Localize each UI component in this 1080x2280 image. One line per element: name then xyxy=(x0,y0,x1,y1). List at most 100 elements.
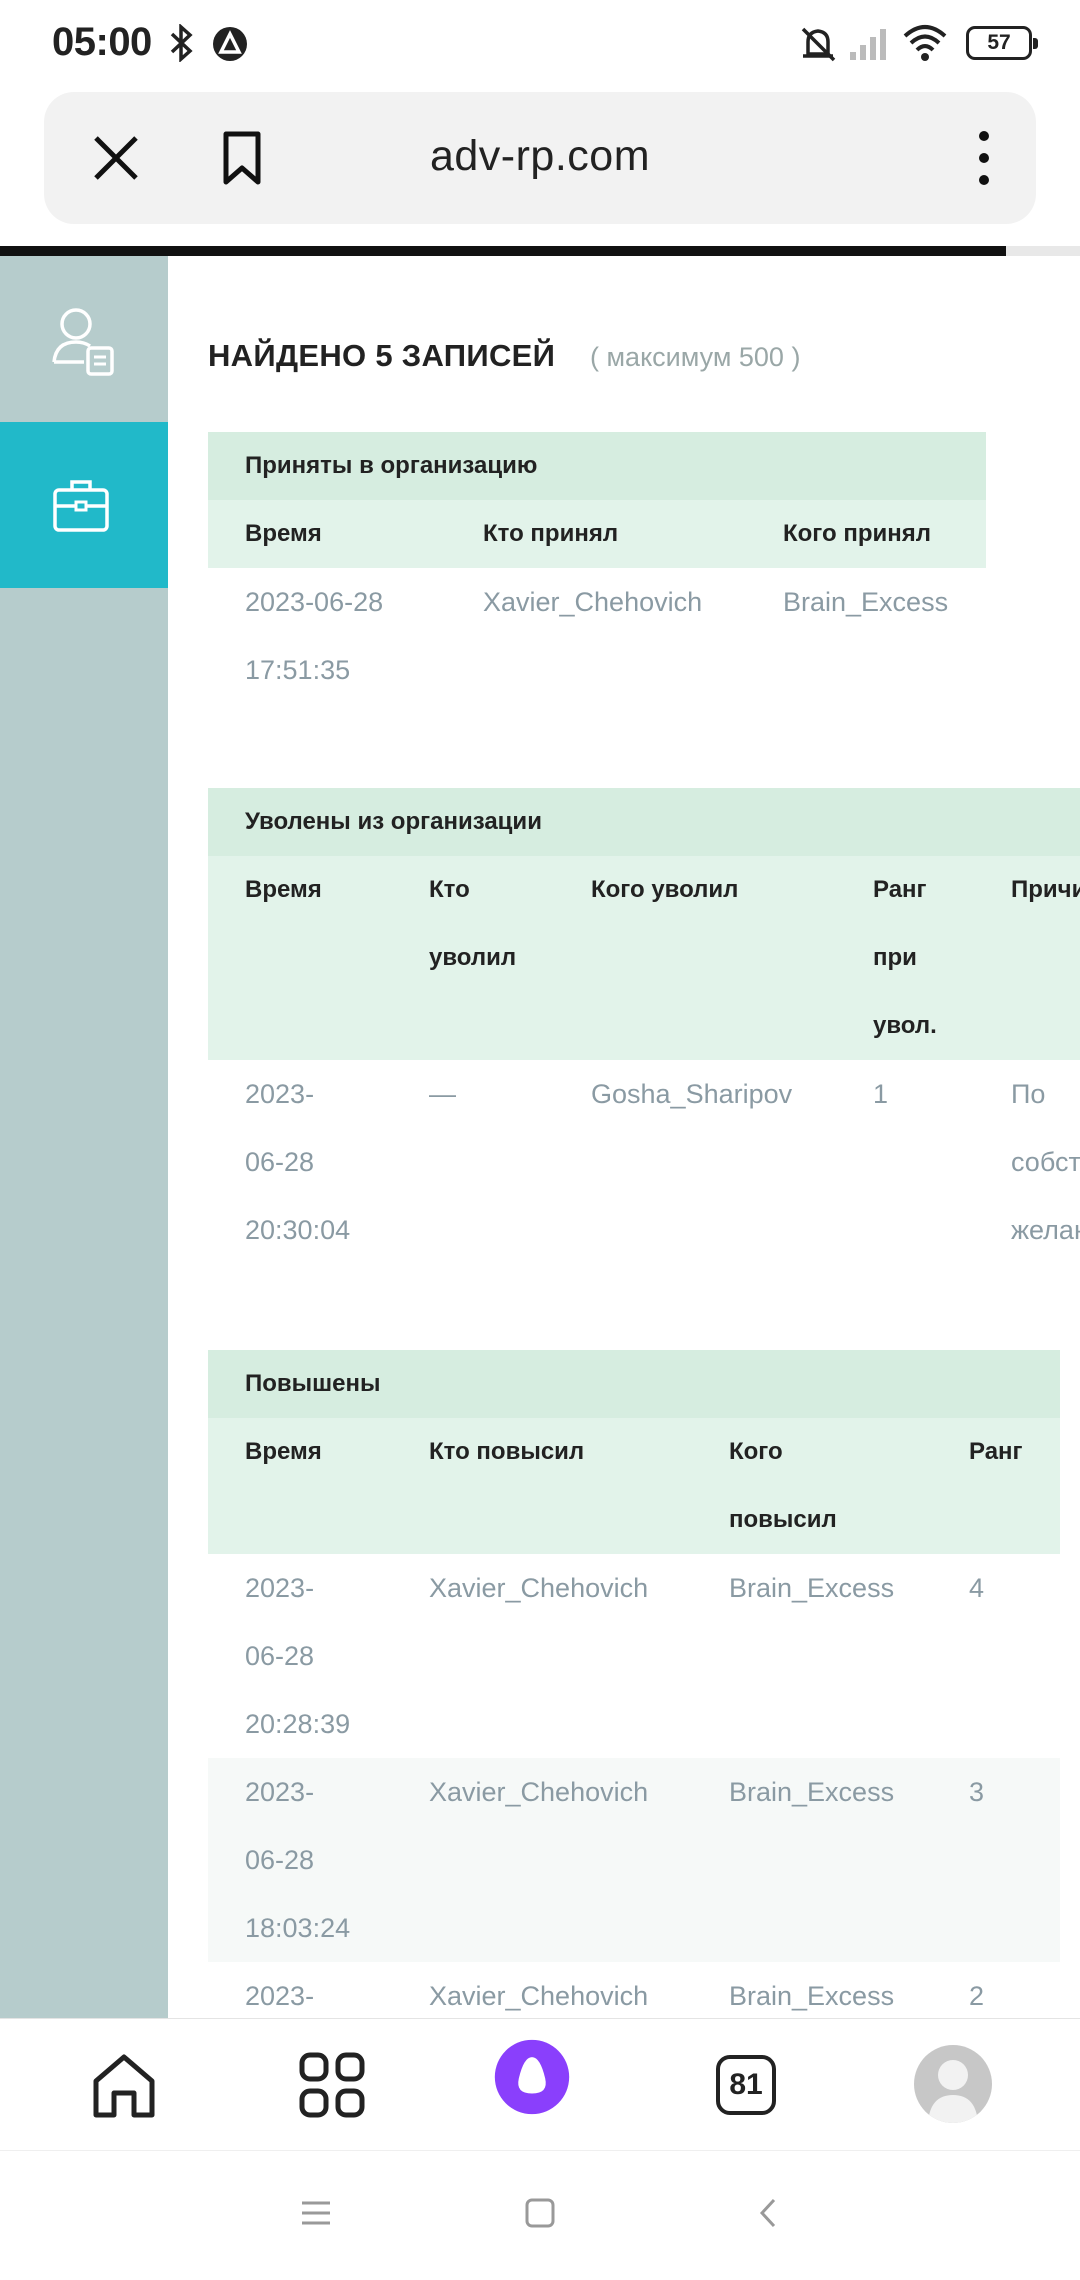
battery-icon: 57 xyxy=(966,26,1038,60)
promoted-title: Повышены xyxy=(208,1350,1060,1418)
rank-cell: 4 xyxy=(969,1573,985,1603)
wifi-icon xyxy=(903,25,947,61)
column-header: Кто уволил xyxy=(392,856,554,1060)
sidebar xyxy=(0,256,190,2018)
header-line: Ранг xyxy=(873,876,927,903)
promoted-table: Время Кто повысил Кого повысил Ранг 2023… xyxy=(208,1418,1060,2018)
results-max: ( максимум 500 ) xyxy=(590,342,801,372)
whom-cell: Gosha_Sharipov xyxy=(591,1079,793,1109)
time-cell: 2023-06-28 17:51:35 xyxy=(208,568,446,704)
avatar-silhouette-icon xyxy=(928,2060,978,2123)
reason-text: желан xyxy=(1011,1215,1080,1245)
alice-assistant-icon[interactable] xyxy=(494,2039,570,2115)
table-header-row: Время Кто повысил Кого повысил Ранг xyxy=(208,1418,1060,1554)
avatar[interactable] xyxy=(914,2045,992,2123)
status-bar: 05:00 57 xyxy=(0,0,1080,88)
column-header: Кого уволил xyxy=(554,856,836,1060)
hired-section: Приняты в организацию Время Кто принял К… xyxy=(208,432,986,704)
date-text: 06-28 xyxy=(245,1147,315,1177)
hired-title: Приняты в организацию xyxy=(208,432,986,500)
reason-text: собст xyxy=(1011,1147,1080,1177)
column-header: Причи xyxy=(974,856,1080,1060)
main-content: НАЙДЕНО 5 ЗАПИСЕЙ ( максимум 500 ) Приня… xyxy=(168,256,1080,2018)
date-text: 2023- xyxy=(245,1777,315,1807)
date-text: 2023- xyxy=(245,1573,315,1603)
clock-text: 20:28:39 xyxy=(245,1709,351,1739)
sidebar-item-organization[interactable] xyxy=(0,422,190,588)
column-header: Время xyxy=(208,856,392,1060)
table-header-row: Время Кто уволил Кого уволил Ранг при ув… xyxy=(208,856,1080,1060)
whom-cell: Brain_Excess xyxy=(692,1758,932,1962)
column-header: Ранг при увол. xyxy=(836,856,974,1060)
table-row: 2023- 06-28 20:28:39 Xavier_Chehovich Br… xyxy=(208,1554,1060,1758)
fired-title: Уволены из организации xyxy=(208,788,1080,856)
header-line: при xyxy=(873,944,917,971)
bluetooth-icon xyxy=(170,24,193,62)
fired-section: Уволены из организации Время Кто уволил … xyxy=(208,788,1080,1264)
whom-cell: Brain_Excess xyxy=(783,587,949,617)
user-document-icon xyxy=(52,308,114,376)
url-bar: adv-rp.com xyxy=(44,92,1036,224)
back-icon[interactable] xyxy=(752,2197,784,2229)
time-cell: 2023- 06-28 20:30:04 xyxy=(208,1060,392,1264)
table-row: 2023- Xavier_Chehovich Brain_Excess 2 xyxy=(208,1962,1060,2018)
who-cell: Xavier_Chehovich xyxy=(392,1758,692,1962)
date-text: 2023-06-28 xyxy=(245,587,384,617)
home-square-icon[interactable] xyxy=(524,2197,556,2229)
recents-icon[interactable] xyxy=(300,2197,332,2229)
more-vert-icon[interactable] xyxy=(954,128,1014,188)
home-icon[interactable] xyxy=(86,2047,162,2123)
header-line: повысил xyxy=(729,1506,837,1533)
clock-text: 17:51:35 xyxy=(245,655,351,685)
header-line: увол. xyxy=(873,1012,937,1039)
who-cell: Xavier_Chehovich xyxy=(429,1981,649,2011)
whom-cell: Brain_Excess xyxy=(729,1981,895,2011)
who-cell: Xavier_Chehovich xyxy=(429,1573,649,1603)
url-text[interactable]: adv-rp.com xyxy=(44,132,1036,181)
date-text: 2023- xyxy=(245,1981,315,2011)
browser-bottom-nav: 81 xyxy=(0,2018,1080,2150)
time-cell: 2023- 06-28 18:03:24 xyxy=(208,1758,392,1962)
sidebar-item-profile[interactable] xyxy=(0,256,168,422)
mute-icon xyxy=(801,27,836,62)
rank-cell: 2 xyxy=(969,1981,985,2011)
reason-text: По xyxy=(1011,1079,1046,1109)
system-nav xyxy=(0,2150,1080,2280)
signal-icon xyxy=(850,29,886,60)
table-row: 2023- 06-28 20:30:04 — Gosha_Sharipov 1 … xyxy=(208,1060,1080,1264)
promoted-section: Повышены Время Кто повысил Кого повысил … xyxy=(208,1350,1060,2018)
apps-grid-icon[interactable] xyxy=(294,2047,370,2123)
table-row: 2023- 06-28 18:03:24 Xavier_Chehovich Br… xyxy=(208,1758,1060,1962)
hired-table: Время Кто принял Кого принял 2023-06-28 … xyxy=(208,500,986,704)
date-text: 06-28 xyxy=(245,1845,315,1875)
reason-cell: По собст желан xyxy=(974,1060,1080,1264)
column-header: Время xyxy=(208,500,446,568)
table-header-row: Время Кто принял Кого принял xyxy=(208,500,986,568)
time-cell: 2023- 06-28 20:28:39 xyxy=(208,1554,392,1758)
rank-cell: 3 xyxy=(932,1758,1060,1962)
results-count: НАЙДЕНО 5 ЗАПИСЕЙ xyxy=(208,338,556,373)
column-header: Время xyxy=(208,1418,392,1554)
column-header: Кого принял xyxy=(746,500,986,568)
page-load-progress-track xyxy=(1006,246,1080,256)
time-cell: 2023- xyxy=(208,1962,392,2018)
header-line: уволил xyxy=(429,944,517,971)
column-header: Кого повысил xyxy=(692,1418,932,1554)
fired-table: Время Кто уволил Кого уволил Ранг при ув… xyxy=(208,856,1080,1264)
clock-text: 20:30:04 xyxy=(245,1215,351,1245)
whom-cell: Brain_Excess xyxy=(729,1573,895,1603)
column-header: Кто повысил xyxy=(392,1418,692,1554)
who-cell: Xavier_Chehovich xyxy=(483,587,703,617)
rank-cell: 1 xyxy=(873,1079,889,1109)
vpn-icon xyxy=(213,27,247,61)
clock-text: 18:03:24 xyxy=(245,1913,351,1943)
table-row: 2023-06-28 17:51:35 Xavier_Chehovich Bra… xyxy=(208,568,986,704)
column-header: Ранг xyxy=(932,1418,1060,1554)
tabs-icon[interactable]: 81 xyxy=(716,2055,776,2115)
briefcase-icon xyxy=(53,480,109,532)
who-cell: — xyxy=(429,1079,456,1109)
column-header: Кто принял xyxy=(446,500,746,568)
header-line: Кого xyxy=(729,1438,783,1465)
header-line: Кто xyxy=(429,876,470,903)
date-text: 2023- xyxy=(245,1079,315,1109)
